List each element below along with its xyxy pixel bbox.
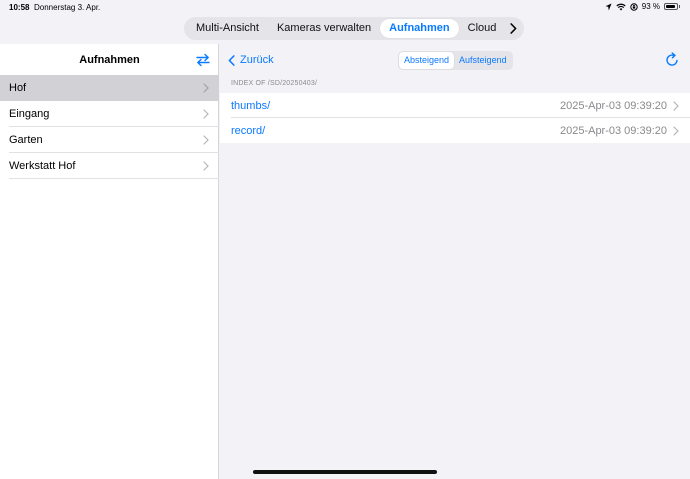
camera-item-label: Garten bbox=[9, 134, 43, 146]
status-bar: 10:58 Donnerstag 3. Apr. 93 % bbox=[0, 0, 690, 14]
camera-item-hof[interactable]: Hof bbox=[0, 75, 219, 101]
file-list: thumbs/ 2025-Apr-03 09:39:20 record/ 202… bbox=[220, 93, 690, 143]
status-date: Donnerstag 3. Apr. bbox=[34, 3, 101, 12]
file-row-thumbs[interactable]: thumbs/ 2025-Apr-03 09:39:20 bbox=[220, 93, 690, 118]
tab-manage-cameras[interactable]: Kameras verwalten bbox=[268, 19, 380, 38]
chevron-right-icon bbox=[203, 135, 209, 145]
directory-path: INDEX OF /SD/20250403/ bbox=[231, 80, 318, 87]
sort-descending-option[interactable]: Absteigend bbox=[399, 52, 455, 69]
chevron-right-icon bbox=[203, 83, 209, 93]
camera-item-garten[interactable]: Garten bbox=[0, 127, 219, 153]
back-button[interactable]: Zurück bbox=[228, 54, 274, 66]
chevron-right-icon bbox=[203, 109, 209, 119]
top-tab-bar: Multi-Ansicht Kameras verwalten Aufnahme… bbox=[184, 17, 525, 40]
battery-icon bbox=[664, 3, 678, 10]
tabs-more-button[interactable] bbox=[505, 19, 521, 38]
file-row-record[interactable]: record/ 2025-Apr-03 09:39:20 bbox=[220, 118, 690, 143]
camera-item-label: Eingang bbox=[9, 108, 50, 120]
home-indicator[interactable] bbox=[253, 470, 437, 474]
back-button-label: Zurück bbox=[240, 54, 274, 66]
file-date: 2025-Apr-03 09:39:20 bbox=[559, 125, 667, 137]
file-date: 2025-Apr-03 09:39:20 bbox=[559, 100, 667, 112]
sidebar: Aufnahmen Hof Eingang Garten Werkstatt H… bbox=[0, 44, 219, 479]
sort-order-control: Absteigend Aufsteigend bbox=[398, 51, 513, 70]
recordings-pane: Zurück Absteigend Aufsteigend INDEX OF /… bbox=[220, 44, 690, 479]
battery-level bbox=[666, 5, 675, 8]
tab-cloud[interactable]: Cloud bbox=[459, 19, 506, 38]
wifi-icon bbox=[616, 3, 626, 10]
refresh-icon[interactable] bbox=[664, 52, 680, 68]
status-indicators: 93 % bbox=[605, 2, 680, 11]
orientation-lock-icon bbox=[630, 2, 638, 11]
swap-arrows-icon[interactable] bbox=[195, 53, 211, 67]
camera-item-label: Hof bbox=[9, 82, 27, 94]
camera-item-eingang[interactable]: Eingang bbox=[0, 101, 219, 127]
file-name: record/ bbox=[231, 125, 266, 137]
chevron-right-icon bbox=[203, 161, 209, 171]
chevron-left-icon bbox=[228, 54, 235, 66]
chevron-right-icon bbox=[673, 126, 679, 136]
battery-tip bbox=[679, 5, 680, 8]
chevron-right-icon bbox=[673, 101, 679, 111]
row-divider bbox=[9, 178, 219, 179]
location-icon bbox=[605, 3, 612, 10]
tab-multi-view[interactable]: Multi-Ansicht bbox=[187, 19, 268, 38]
status-time: 10:58 bbox=[9, 3, 30, 12]
chevron-right-icon bbox=[510, 23, 517, 34]
battery-percent: 93 % bbox=[641, 2, 660, 11]
file-name: thumbs/ bbox=[231, 100, 271, 112]
sort-ascending-option[interactable]: Aufsteigend bbox=[454, 52, 512, 69]
camera-item-label: Werkstatt Hof bbox=[9, 160, 76, 172]
camera-list: Hof Eingang Garten Werkstatt Hof bbox=[0, 75, 219, 179]
sidebar-title: Aufnahmen bbox=[79, 54, 140, 66]
tab-recordings[interactable]: Aufnahmen bbox=[380, 19, 459, 38]
camera-item-werkstatt-hof[interactable]: Werkstatt Hof bbox=[0, 153, 219, 179]
